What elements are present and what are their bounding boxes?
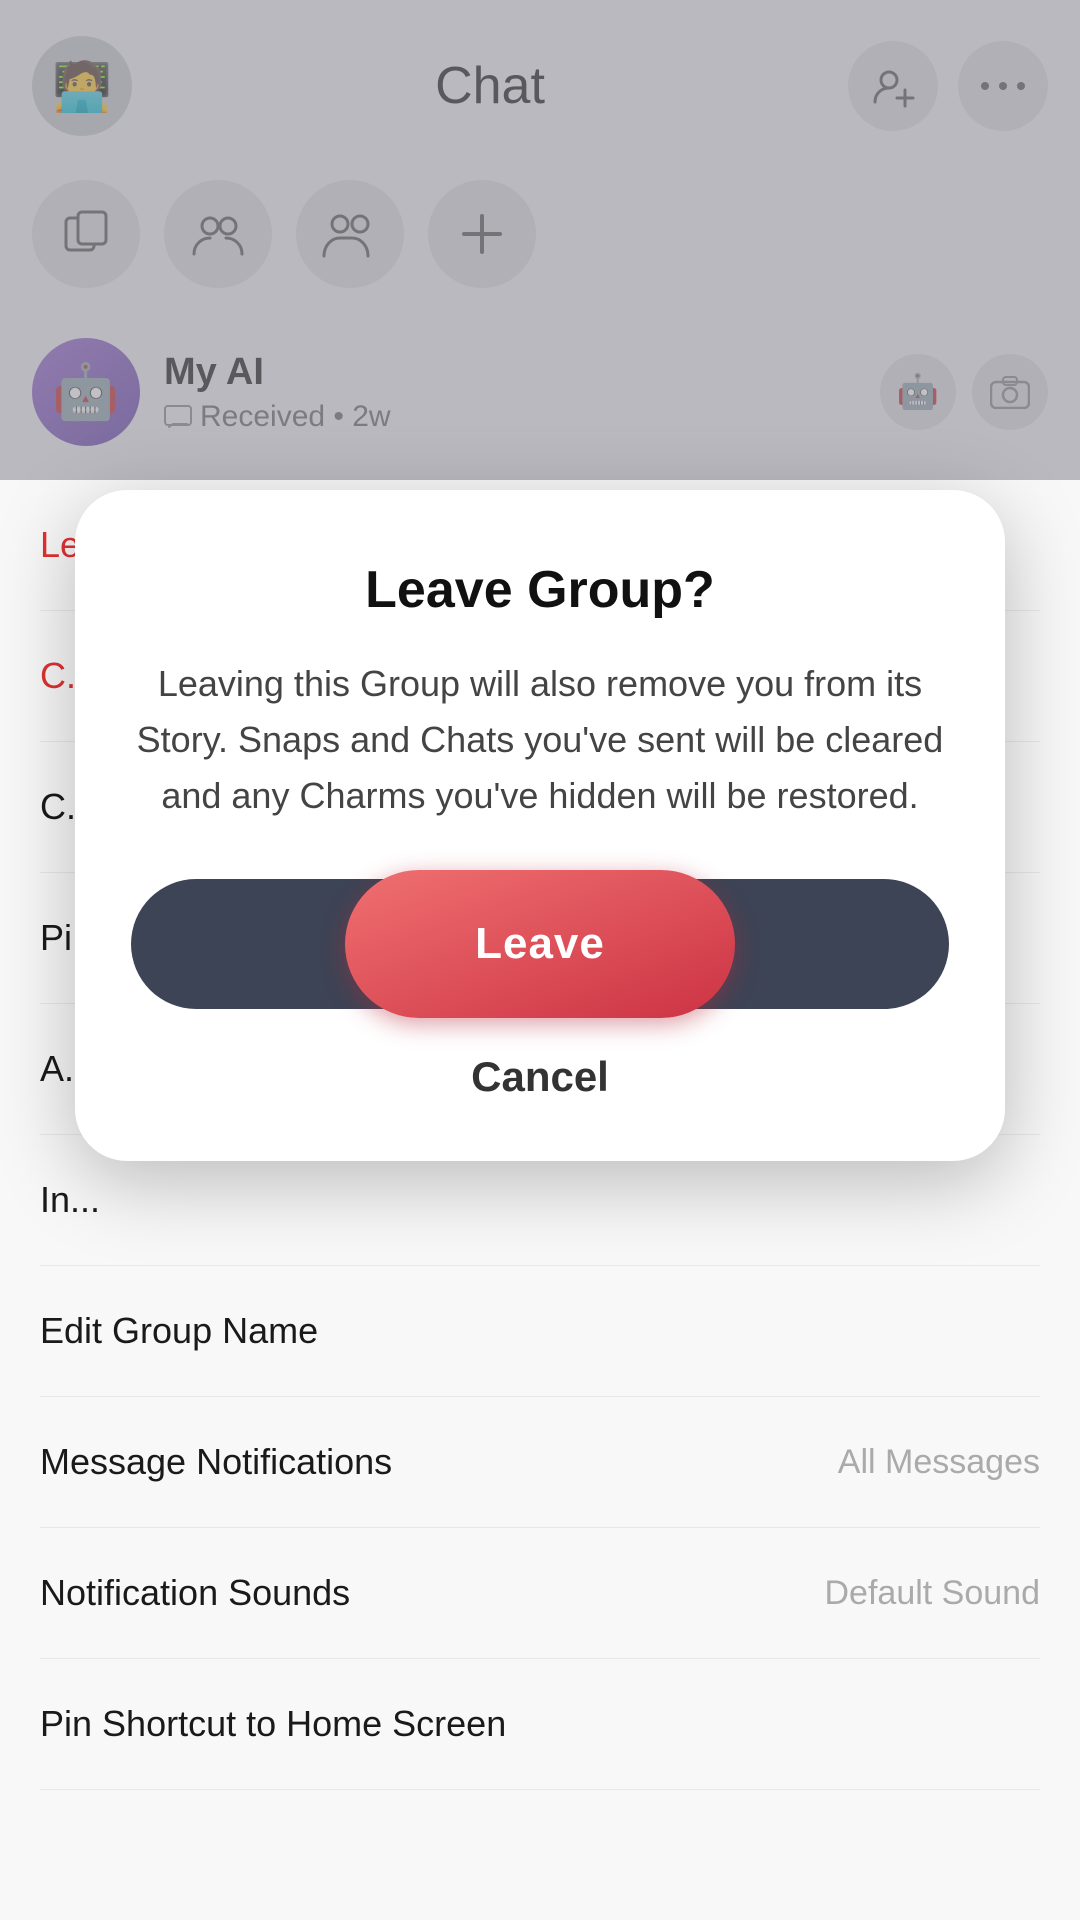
settings-item-notification-sounds[interactable]: Notification Sounds Default Sound — [40, 1528, 1040, 1659]
modal-title: Leave Group? — [365, 560, 715, 620]
settings-pin-shortcut-label: Pin Shortcut to Home Screen — [40, 1703, 506, 1745]
leave-button-label: Leave — [475, 919, 605, 969]
cancel-button[interactable]: Cancel — [471, 1053, 609, 1101]
modal-body: Leaving this Group will also remove you … — [131, 656, 949, 823]
settings-notif-label: Message Notifications — [40, 1441, 392, 1483]
settings-edit-group-label: Edit Group Name — [40, 1310, 318, 1352]
settings-sounds-value: Default Sound — [825, 1574, 1041, 1613]
settings-item-pin-shortcut[interactable]: Pin Shortcut to Home Screen — [40, 1659, 1040, 1790]
settings-notif-value: All Messages — [838, 1443, 1040, 1482]
leave-slider-thumb[interactable]: Leave — [345, 870, 735, 1018]
settings-item-edit-group-name[interactable]: Edit Group Name — [40, 1266, 1040, 1397]
leave-group-modal: Leave Group? Leaving this Group will als… — [75, 490, 1005, 1161]
leave-slider-track[interactable]: Leave — [131, 879, 949, 1009]
settings-sounds-label: Notification Sounds — [40, 1572, 350, 1614]
settings-item-message-notifications[interactable]: Message Notifications All Messages — [40, 1397, 1040, 1528]
settings-in-label: In... — [40, 1179, 100, 1221]
